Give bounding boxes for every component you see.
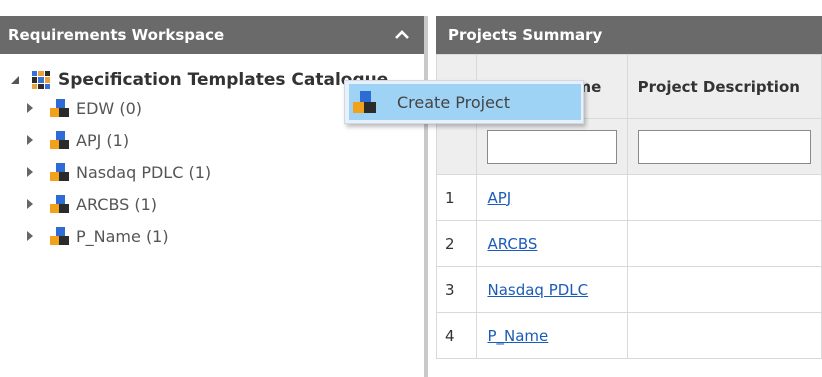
tree-item-label: Nasdaq PDLC (1) — [76, 162, 212, 182]
catalogue-grid-icon — [32, 71, 50, 89]
tree-item-nasdaq-pdlc[interactable]: Nasdaq PDLC (1) — [0, 156, 424, 188]
project-link[interactable]: P_Name — [487, 327, 548, 345]
tree-item-label: ARCBS (1) — [76, 194, 158, 214]
project-icon — [50, 195, 70, 213]
project-name-cell: Nasdaq PDLC — [476, 266, 628, 313]
panel-title: Requirements Workspace — [8, 26, 225, 44]
project-name-cell: APJ — [476, 174, 628, 221]
context-menu: Create Project — [344, 80, 584, 124]
project-icon — [50, 99, 70, 117]
menu-item-label: Create Project — [397, 92, 510, 112]
project-description-cell — [626, 312, 822, 359]
tree-root-label: Specification Templates Catalogue — [58, 70, 389, 90]
collapsed-triangle-icon[interactable] — [26, 166, 36, 178]
app-window: Requirements Workspace Specification Tem… — [0, 0, 822, 377]
tree-item-apj[interactable]: APJ (1) — [0, 124, 424, 156]
project-link[interactable]: Nasdaq PDLC — [487, 281, 588, 299]
collapsed-triangle-icon[interactable] — [26, 230, 36, 242]
project-icon — [50, 131, 70, 149]
panel-title: Projects Summary — [448, 26, 603, 44]
table-row[interactable]: 3 Nasdaq PDLC — [435, 266, 822, 313]
tree-item-p-name[interactable]: P_Name (1) — [0, 220, 424, 252]
project-icon — [50, 227, 70, 245]
project-link[interactable]: ARCBS — [487, 235, 537, 253]
panel-header: Requirements Workspace — [0, 16, 424, 54]
table-row[interactable]: 1 APJ — [435, 174, 822, 221]
filter-cell — [476, 118, 628, 175]
projects-summary-panel: Projects Summary # Project Name Project … — [435, 16, 822, 377]
filter-cell — [626, 118, 822, 175]
tree-item-arcbs[interactable]: ARCBS (1) — [0, 188, 424, 220]
row-number: 3 — [435, 266, 478, 313]
filter-row — [435, 118, 822, 175]
requirements-workspace-panel: Requirements Workspace Specification Tem… — [0, 16, 428, 377]
project-description-cell — [626, 174, 822, 221]
collapsed-triangle-icon[interactable] — [26, 134, 36, 146]
project-name-cell: P_Name — [476, 312, 628, 359]
row-number: 4 — [435, 312, 478, 359]
collapsed-triangle-icon[interactable] — [26, 102, 36, 114]
table-row[interactable]: 2 ARCBS — [435, 220, 822, 267]
project-link[interactable]: APJ — [487, 189, 511, 207]
create-project-menu-item[interactable]: Create Project — [349, 84, 581, 120]
project-description-filter-input[interactable] — [637, 129, 811, 164]
expanded-triangle-icon[interactable] — [8, 73, 22, 87]
tree-item-label: APJ (1) — [76, 130, 130, 150]
project-icon — [50, 163, 70, 181]
collapsed-triangle-icon[interactable] — [26, 198, 36, 210]
project-name-filter-input[interactable] — [487, 129, 617, 164]
row-number: 1 — [435, 174, 478, 221]
tree-item-label: EDW (0) — [76, 98, 142, 118]
column-header-project-description[interactable]: Project Description — [626, 54, 822, 119]
project-description-cell — [626, 266, 822, 313]
panel-header: Projects Summary — [436, 16, 822, 54]
project-name-cell: ARCBS — [476, 220, 628, 267]
chevron-up-icon[interactable] — [394, 27, 410, 43]
filter-cell-empty — [435, 118, 478, 175]
project-description-cell — [626, 220, 822, 267]
table-row[interactable]: 4 P_Name — [435, 312, 822, 359]
project-icon — [353, 91, 377, 113]
tree-item-label: P_Name (1) — [76, 226, 169, 246]
row-number: 2 — [435, 220, 478, 267]
